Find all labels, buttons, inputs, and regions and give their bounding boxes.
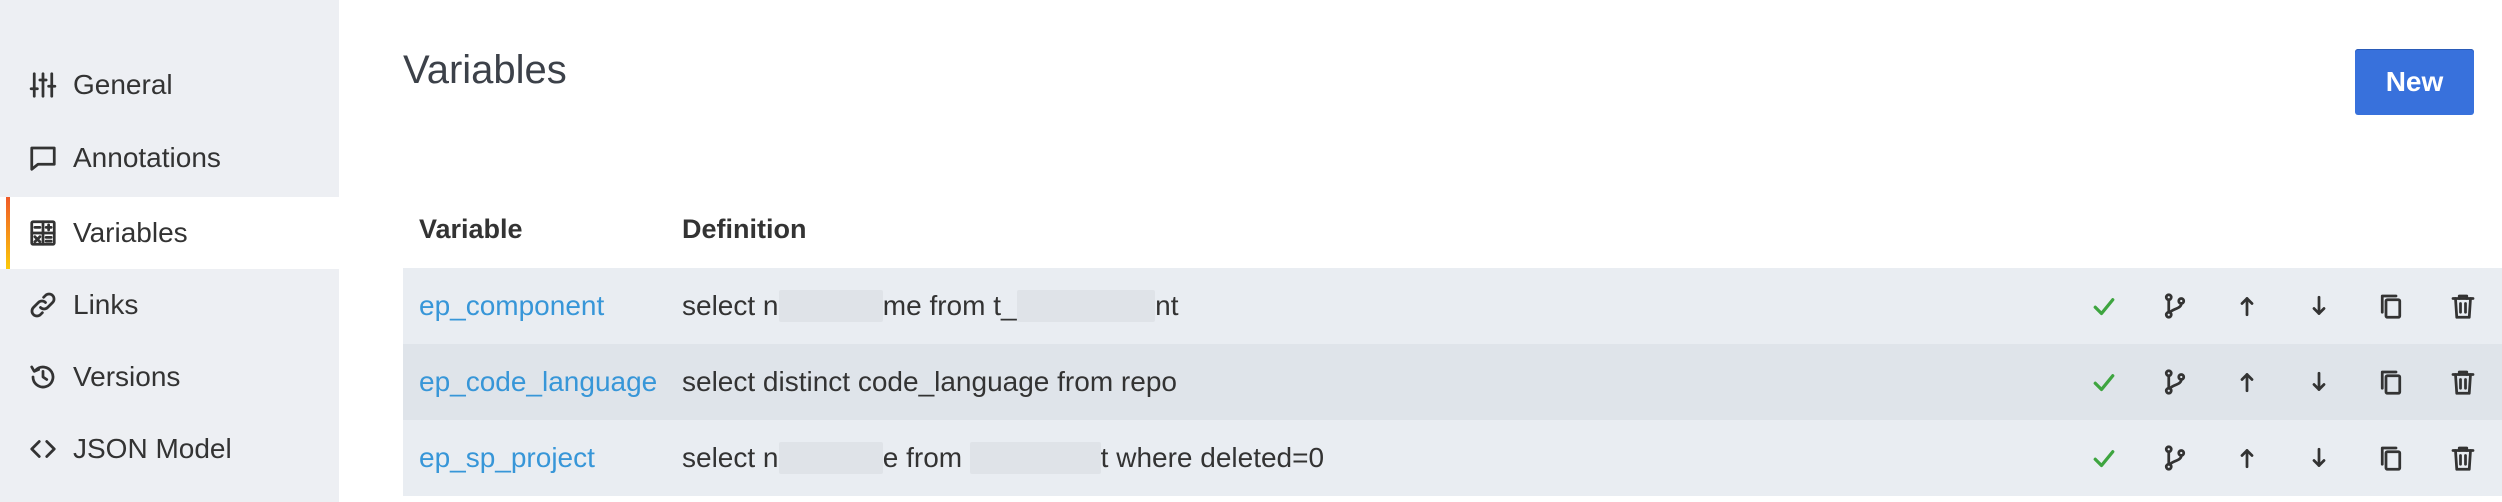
arrow-down-icon[interactable] xyxy=(2301,364,2337,400)
sidebar-item-general[interactable]: General xyxy=(0,49,339,121)
duplicate-branch-icon[interactable] xyxy=(2157,288,2193,324)
table-row: ep_code_language select distinct code_la… xyxy=(403,344,2502,420)
arrow-up-icon[interactable] xyxy=(2229,440,2265,476)
column-header-variable: Variable xyxy=(419,214,523,244)
sidebar-item-label: General xyxy=(73,69,173,100)
arrow-down-icon[interactable] xyxy=(2301,288,2337,324)
table-row: ep_component select nicknameme from t_co… xyxy=(403,268,2502,344)
sidebar-item-links[interactable]: Links xyxy=(0,269,339,341)
copy-icon[interactable] xyxy=(2373,440,2409,476)
calculator-icon xyxy=(27,217,59,249)
page-title: Variables xyxy=(403,48,567,92)
arrow-up-icon[interactable] xyxy=(2229,364,2265,400)
sidebar: General Annotations Variables Links Vers… xyxy=(0,0,339,502)
row-actions xyxy=(403,344,2502,420)
sidebar-item-label: Links xyxy=(73,289,139,320)
trash-icon[interactable] xyxy=(2445,364,2481,400)
sidebar-item-json-model[interactable]: JSON Model xyxy=(0,413,339,485)
link-icon xyxy=(27,289,59,321)
sidebar-item-label: Variables xyxy=(73,217,188,248)
sidebar-item-annotations[interactable]: Annotations xyxy=(0,122,339,194)
row-actions xyxy=(403,268,2502,344)
check-icon xyxy=(2086,440,2122,476)
code-icon xyxy=(27,433,59,465)
arrow-up-icon[interactable] xyxy=(2229,288,2265,324)
trash-icon[interactable] xyxy=(2445,288,2481,324)
table-row: ep_sp_project select nicknamee from t_sp… xyxy=(403,420,2502,496)
sidebar-item-label: JSON Model xyxy=(73,433,232,464)
sidebar-item-variables[interactable]: Variables xyxy=(0,197,339,269)
sidebar-item-label: Annotations xyxy=(73,142,221,173)
row-actions xyxy=(403,420,2502,496)
check-icon xyxy=(2086,288,2122,324)
column-header-definition: Definition xyxy=(682,214,807,244)
copy-icon[interactable] xyxy=(2373,288,2409,324)
sliders-icon xyxy=(27,69,59,101)
history-icon xyxy=(27,361,59,393)
new-variable-button[interactable]: New xyxy=(2355,49,2474,115)
copy-icon[interactable] xyxy=(2373,364,2409,400)
sidebar-item-versions[interactable]: Versions xyxy=(0,341,339,413)
comment-icon xyxy=(27,142,59,174)
duplicate-branch-icon[interactable] xyxy=(2157,364,2193,400)
trash-icon[interactable] xyxy=(2445,440,2481,476)
duplicate-branch-icon[interactable] xyxy=(2157,440,2193,476)
check-icon xyxy=(2086,364,2122,400)
arrow-down-icon[interactable] xyxy=(2301,440,2337,476)
sidebar-item-label: Versions xyxy=(73,361,181,392)
main-content: Variables New Variable Definition ep_com… xyxy=(339,0,2502,502)
